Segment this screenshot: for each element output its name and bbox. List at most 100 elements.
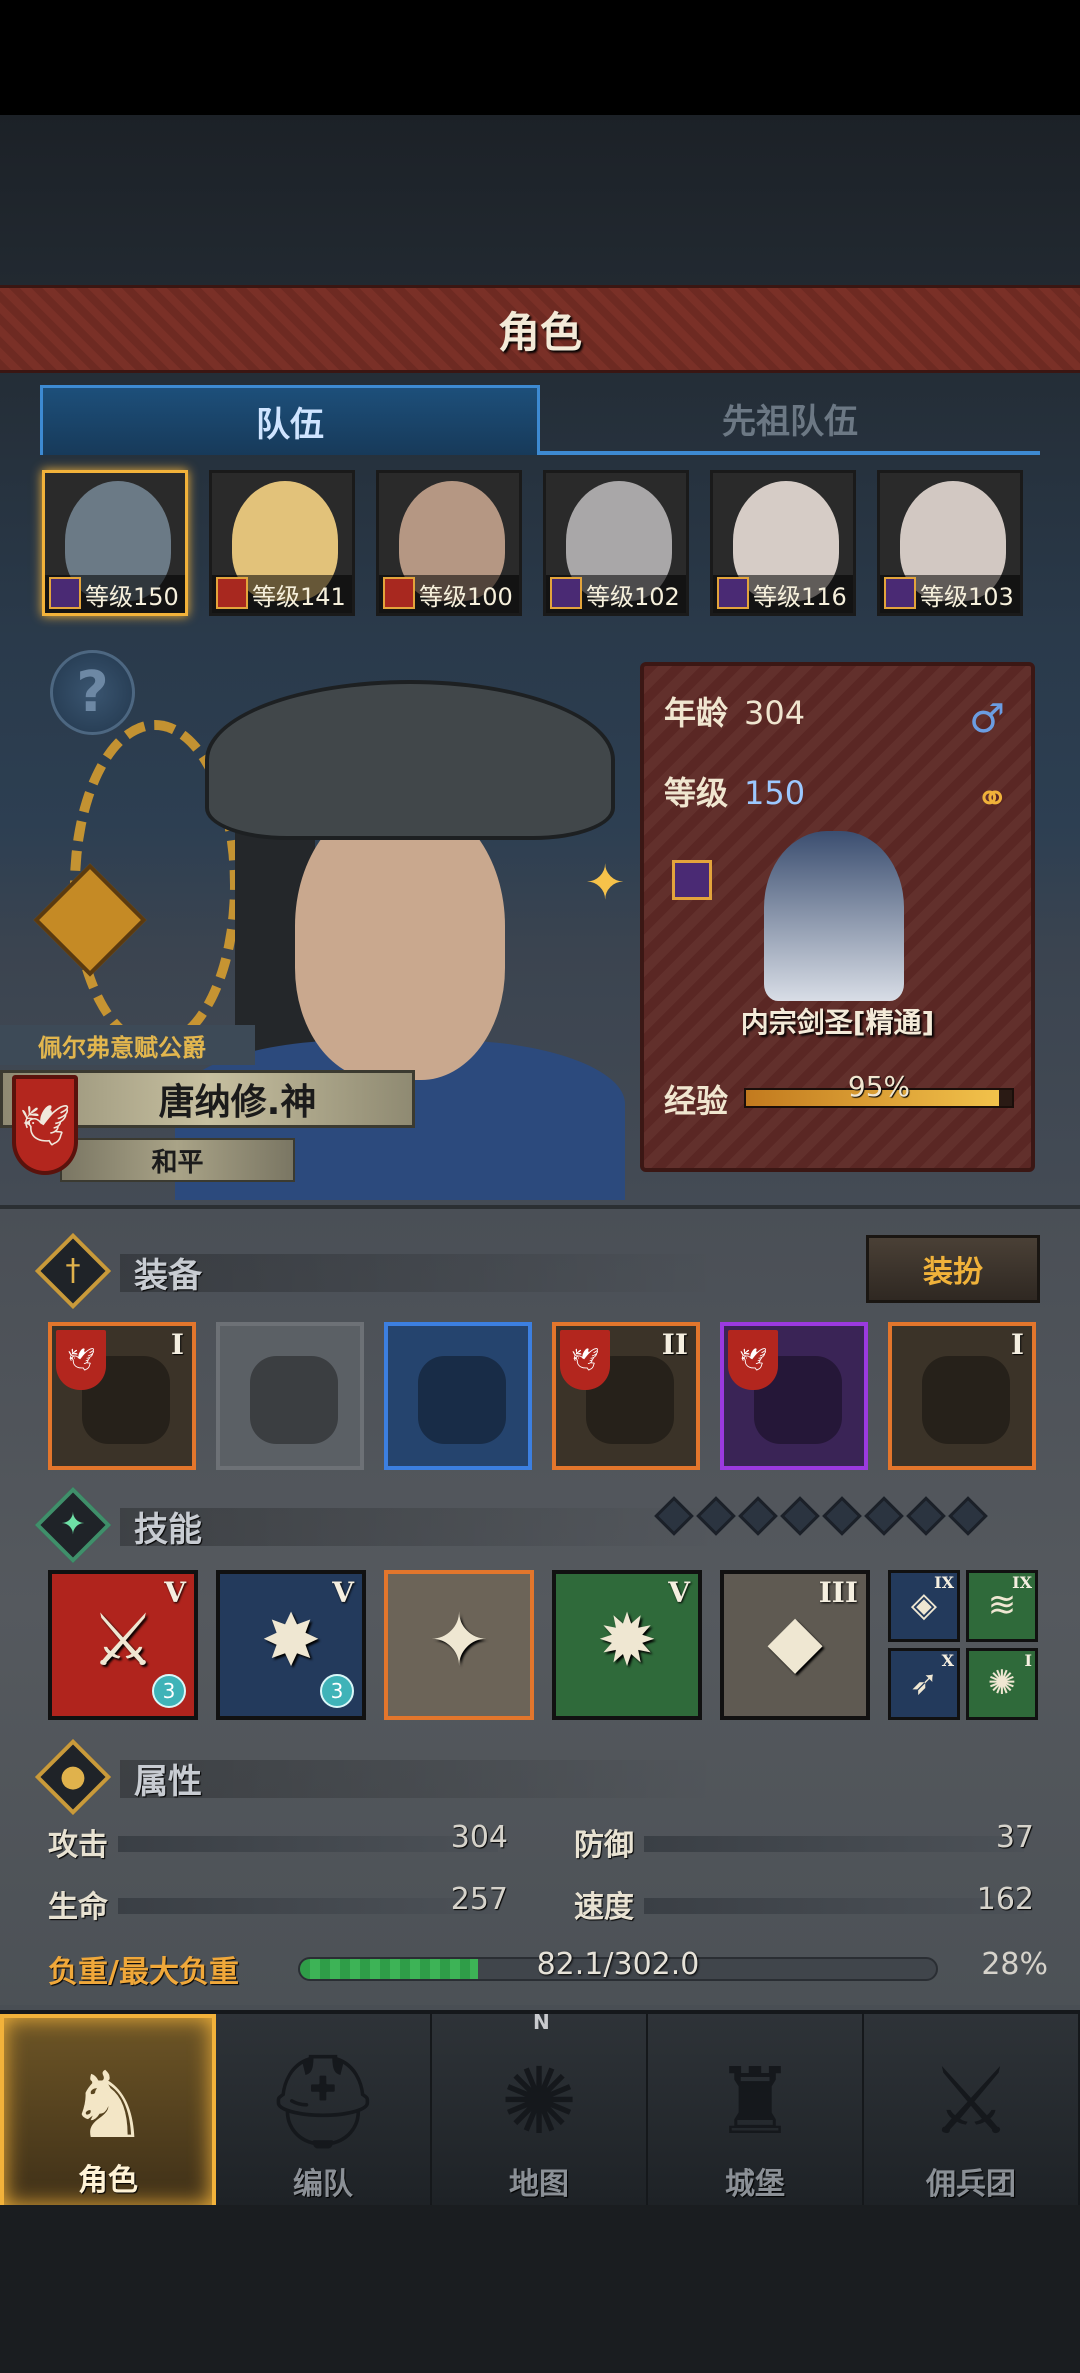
passive-skill-rank: IX [1012,1573,1032,1592]
nav-item-0[interactable]: ♞ 角色 [0,2014,216,2209]
empty-shield-icon [250,1356,338,1444]
tab-team[interactable]: 队伍 [40,385,540,455]
hp-value: 257 [450,1882,508,1917]
person-icon: ● [34,1738,112,1816]
skill-slot-pip [906,1496,946,1536]
level-value: 150 [744,774,806,812]
nav-item-1[interactable]: ⛑ 编队 [216,2014,432,2209]
hero-status: 和平 [60,1138,295,1182]
skill-rank: V [332,1576,354,1609]
equipment-slot-empty-shield[interactable] [216,1322,364,1470]
equipment-rank: I [1010,1328,1024,1361]
nav-label: 城堡 [725,2167,785,2202]
star-icon: ✦ [34,1486,112,1564]
title-bar: 角色 [0,285,1080,373]
stat-attack: 攻击 304 [48,1818,508,1863]
skill-icon: ✦ [428,1598,490,1682]
skill-slot[interactable]: ✸ V 3 [216,1570,366,1720]
skill-rank: III [818,1576,858,1609]
helmet-icon: ⛑ [264,2048,382,2155]
help-icon[interactable]: ? [50,650,135,735]
nav-item-2[interactable]: ✺ 地图 [432,2014,648,2209]
equipment-slot-tome[interactable]: I [888,1322,1036,1470]
class-icon [672,860,712,900]
equipment-slots: 🕊 I 🕊 II 🕊 I [48,1322,1048,1472]
load-value: 82.1/302.0 [536,1947,700,1982]
class-figure [764,831,904,1001]
skill-rank: V [668,1576,690,1609]
skill-slot[interactable]: ⚔ V 3 [48,1570,198,1720]
status-bar-area [0,0,1080,115]
team-member-portrait[interactable]: 等级150 [42,470,188,616]
xp-label: 经验 [664,1082,729,1120]
hero-head [295,800,505,1080]
load-percent: 28% [981,1947,1048,1982]
nav-label: 佣兵团 [926,2167,1016,2202]
skills-label: 技能 [134,1510,202,1550]
compass-icon: ✺ [500,2048,578,2155]
defense-label: 防御 [574,1828,634,1863]
ring-icon[interactable]: ⚭ [975,776,1009,822]
passive-skill-rank: I [1024,1651,1032,1670]
hero-name: 唐纳修.神 [158,1082,317,1123]
bottom-nav: ♞ 角色 ⛑ 编队 ✺ 地图 ♜ 城堡 ⚔ 佣兵团 [0,2010,1080,2209]
nav-item-3[interactable]: ♜ 城堡 [648,2014,864,2209]
age-row: 年龄 304 [664,688,805,734]
age-label: 年龄 [664,694,729,732]
compass-north-label: N [533,2010,550,2034]
equipment-slot-gauntlet[interactable]: 🕊 I [48,1322,196,1470]
hero-hat [205,680,615,840]
equipment-slot-hood[interactable] [384,1322,532,1470]
dress-up-button[interactable]: 装扮 [866,1235,1040,1303]
skill-list: ⚔ V 3 ✸ V 3 ✦ ✹ V ◆ III ◈ IX ≋ IX ➶ X ✺ I [48,1570,1048,1722]
class-icon [717,577,749,609]
team-member-portrait[interactable]: 等级100 [376,470,522,616]
hp-label: 生命 [48,1890,108,1925]
stat-track [118,1836,498,1852]
nav-label: 地图 [509,2167,569,2202]
skill-icon: ✹ [596,1598,658,1682]
team-member-portrait[interactable]: 等级141 [209,470,355,616]
mercenary-icon: ⚔ [929,2048,1013,2155]
nav-item-4[interactable]: ⚔ 佣兵团 [864,2014,1080,2209]
castle-icon: ♜ [713,2048,797,2155]
passive-skill-slot[interactable]: ✺ I [966,1648,1038,1720]
skill-slot[interactable]: ✦ [384,1570,534,1720]
class-icon [383,577,415,609]
skill-slot[interactable]: ◆ III [720,1570,870,1720]
hood-icon [418,1356,506,1444]
dove-banner-icon: 🕊 [12,1075,78,1175]
nav-label: 角色 [78,2163,138,2198]
page-title: 角色 [497,307,582,357]
passive-skill-slot[interactable]: ➶ X [888,1648,960,1720]
skill-slot[interactable]: ✹ V [552,1570,702,1720]
age-value: 304 [744,694,806,732]
skill-charge-badge: 3 [152,1674,186,1708]
dagger-icon: † [34,1232,112,1310]
team-member-portrait[interactable]: 等级116 [710,470,856,616]
passive-skill-slot[interactable]: ◈ IX [888,1570,960,1642]
attack-label: 攻击 [48,1828,108,1863]
stat-track [644,1898,1024,1914]
team-tabs: 队伍 先祖队伍 [40,385,1040,455]
equipment-slot-armor[interactable]: 🕊 II [552,1322,700,1470]
skill-slot-pip [738,1496,778,1536]
xp-percent: 95% [847,1070,911,1103]
passive-skill-slot[interactable]: ≋ IX [966,1570,1038,1642]
team-member-portrait[interactable]: 等级103 [877,470,1023,616]
skill-charge-badge: 3 [320,1674,354,1708]
equipment-slot-boots[interactable]: 🕊 [720,1322,868,1470]
speed-value: 162 [976,1882,1034,1917]
attack-value: 304 [450,1820,508,1855]
skill-slot-pip [822,1496,862,1536]
male-icon: ♂ [969,696,1005,742]
tome-icon [922,1356,1010,1444]
tab-ancestor-team[interactable]: 先祖队伍 [540,385,1040,455]
passive-skill-rank: IX [934,1573,954,1592]
stat-track [118,1898,498,1914]
stat-track [644,1836,1024,1852]
equipment-rank: I [170,1328,184,1361]
skill-rank: V [164,1576,186,1609]
team-member-portrait[interactable]: 等级102 [543,470,689,616]
skill-icon: ◆ [767,1598,823,1682]
